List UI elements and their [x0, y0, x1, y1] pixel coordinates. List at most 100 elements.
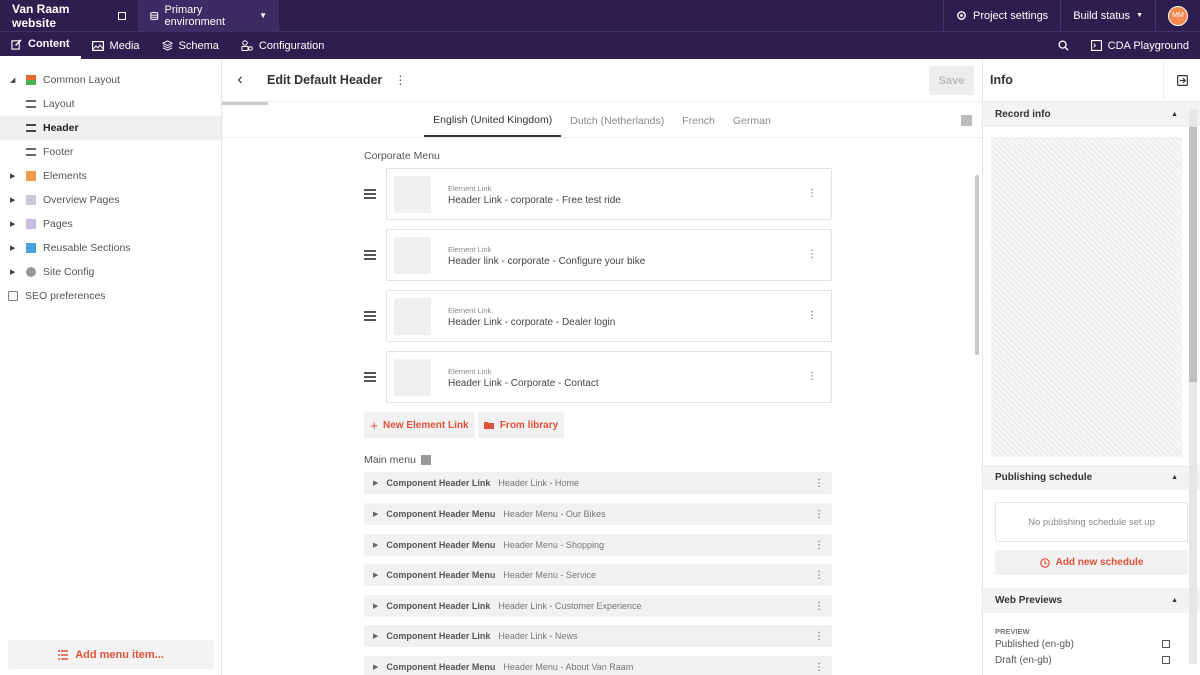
info-scrollbar[interactable]	[1189, 109, 1197, 664]
caret-right-icon[interactable]: ▶	[373, 602, 378, 610]
copy-icon[interactable]	[1162, 640, 1170, 648]
more-options-icon[interactable]: ⋮	[814, 631, 824, 642]
more-options-icon[interactable]: ⋮	[814, 601, 824, 612]
corporate-link-card[interactable]: Element Link Header link - corporate - C…	[386, 229, 832, 281]
record-info-toggle[interactable]: Record info ▲	[983, 102, 1200, 127]
caret-right-icon[interactable]: ▶	[10, 244, 18, 252]
build-status-button[interactable]: Build status ▼	[1060, 0, 1155, 31]
card-name: Header Link - corporate - Free test ride	[448, 195, 621, 206]
sidebar-item-overview-pages[interactable]: ▶ Overview Pages	[0, 188, 221, 212]
tab-locale-de[interactable]: German	[724, 105, 780, 137]
translate-icon[interactable]	[961, 115, 972, 126]
main-menu-row[interactable]: ▶ Component Header Menu Header Menu - Se…	[364, 564, 832, 586]
scroll-thumb[interactable]	[1189, 127, 1197, 382]
caret-right-icon[interactable]: ▶	[373, 571, 378, 579]
translate-icon[interactable]	[420, 455, 431, 465]
tab-media[interactable]: Media	[81, 32, 151, 59]
sidebar-item-seo-preferences[interactable]: SEO preferences	[0, 284, 221, 308]
caret-right-icon[interactable]: ▶	[10, 268, 18, 276]
drag-handle-icon[interactable]	[364, 311, 376, 323]
main-menu-row[interactable]: ▶ Component Header Menu Header Menu - Ou…	[364, 503, 832, 525]
list-icon	[26, 100, 36, 108]
environment-switcher[interactable]: Primary environment ▼	[138, 0, 279, 31]
more-options-icon[interactable]: ⋮	[807, 310, 817, 321]
back-arrow-icon[interactable]: ‹	[222, 71, 258, 89]
caret-right-icon[interactable]: ▶	[373, 632, 378, 640]
sidebar-item-reusable-sections[interactable]: ▶ Reusable Sections	[0, 236, 221, 260]
caret-right-icon[interactable]: ▶	[373, 510, 378, 518]
more-options-icon[interactable]: ⋮	[807, 249, 817, 260]
sidebar-item-pages[interactable]: ▶ Pages	[0, 212, 221, 236]
avatar[interactable]: MM	[1168, 5, 1188, 26]
sidebar-item-common-layout[interactable]: ◢ Common Layout	[0, 68, 221, 92]
folder-icon	[26, 75, 36, 85]
main-menu-row[interactable]: ▶ Component Header Link Header Link - Ne…	[364, 625, 832, 647]
copy-icon[interactable]	[1162, 656, 1170, 664]
card-type: Element Link	[448, 184, 492, 193]
layers-icon	[161, 40, 173, 51]
from-library-button[interactable]: From library	[478, 412, 564, 438]
tab-locale-fr[interactable]: French	[673, 105, 724, 137]
more-options-icon[interactable]: ⋮	[814, 509, 824, 520]
editor-scrollbar[interactable]	[975, 175, 979, 355]
collapse-panel-button[interactable]	[1163, 59, 1200, 102]
save-button[interactable]: Save	[929, 66, 974, 95]
more-options-icon[interactable]: ⋮	[814, 540, 824, 551]
gear-icon	[26, 267, 36, 277]
more-options-icon[interactable]: ⋮	[814, 570, 824, 581]
thumbnail	[394, 176, 431, 213]
tab-locale-en-gb[interactable]: English (United Kingdom)	[424, 105, 562, 137]
row-type: Component Header Menu	[386, 662, 496, 672]
project-settings-button[interactable]: Project settings	[942, 0, 1060, 31]
search-button[interactable]	[1047, 40, 1080, 51]
site-switcher[interactable]: Van Raam website	[0, 0, 138, 31]
tab-configuration[interactable]: Configuration	[230, 32, 335, 59]
sidebar-item-header[interactable]: Header	[0, 116, 221, 140]
caret-up-icon: ▲	[1171, 111, 1178, 118]
caret-down-icon[interactable]: ◢	[10, 76, 18, 84]
more-options-icon[interactable]: ⋮	[394, 73, 406, 87]
main-menu-row[interactable]: ▶ Component Header Link Header Link - Ho…	[364, 472, 832, 494]
row-name: Header Menu - Service	[503, 570, 596, 580]
drag-handle-icon[interactable]	[364, 189, 376, 201]
preview-draft-link[interactable]: Draft (en-gb)	[983, 652, 1200, 668]
caret-right-icon[interactable]: ▶	[373, 663, 378, 671]
caret-right-icon[interactable]: ▶	[373, 479, 378, 487]
more-options-icon[interactable]: ⋮	[814, 662, 824, 673]
main-menu-row[interactable]: ▶ Component Header Menu Header Menu - Ab…	[364, 656, 832, 675]
caret-right-icon[interactable]: ▶	[10, 196, 18, 204]
cda-playground-label: CDA Playground	[1107, 39, 1189, 52]
preview-published-link[interactable]: Published (en-gb)	[983, 636, 1200, 652]
image-icon	[91, 40, 104, 51]
tab-content[interactable]: Content	[0, 32, 81, 59]
caret-right-icon[interactable]: ▶	[373, 541, 378, 549]
more-options-icon[interactable]: ⋮	[807, 371, 817, 382]
drag-handle-icon[interactable]	[364, 250, 376, 262]
caret-right-icon[interactable]: ▶	[10, 220, 18, 228]
main-menu-row[interactable]: ▶ Component Header Link Header Link - Cu…	[364, 595, 832, 617]
card-name: Header Link - corporate - Dealer login	[448, 317, 616, 328]
sidebar-item-footer[interactable]: Footer	[0, 140, 221, 164]
corporate-link-card[interactable]: Element Link Header Link - Corporate - C…	[386, 351, 832, 403]
caret-right-icon[interactable]: ▶	[10, 172, 18, 180]
sidebar-item-layout[interactable]: Layout	[0, 92, 221, 116]
external-link-icon[interactable]	[118, 11, 126, 20]
add-menu-item-button[interactable]: Add menu item...	[8, 640, 214, 669]
add-new-schedule-button[interactable]: Add new schedule	[995, 550, 1188, 575]
drag-handle-icon[interactable]	[364, 372, 376, 384]
more-options-icon[interactable]: ⋮	[807, 188, 817, 199]
tab-schema[interactable]: Schema	[151, 32, 230, 59]
user-menu[interactable]: MM	[1155, 0, 1200, 31]
more-options-icon[interactable]: ⋮	[814, 478, 824, 489]
web-previews-toggle[interactable]: Web Previews ▲	[983, 588, 1200, 613]
cda-playground-button[interactable]: CDA Playground	[1080, 40, 1200, 52]
new-element-link-button[interactable]: + New Element Link	[364, 412, 475, 438]
sidebar-item-elements[interactable]: ▶ Elements	[0, 164, 221, 188]
row-name: Header Link - Customer Experience	[498, 601, 642, 611]
main-menu-row[interactable]: ▶ Component Header Menu Header Menu - Sh…	[364, 534, 832, 556]
corporate-link-card[interactable]: Element Link Header Link - corporate - D…	[386, 290, 832, 342]
publishing-schedule-toggle[interactable]: Publishing schedule ▲	[983, 465, 1200, 490]
sidebar-item-site-config[interactable]: ▶ Site Config	[0, 260, 221, 284]
tab-locale-nl-nl[interactable]: Dutch (Netherlands)	[561, 105, 673, 137]
corporate-link-card[interactable]: Element Link Header Link - corporate - F…	[386, 168, 832, 220]
